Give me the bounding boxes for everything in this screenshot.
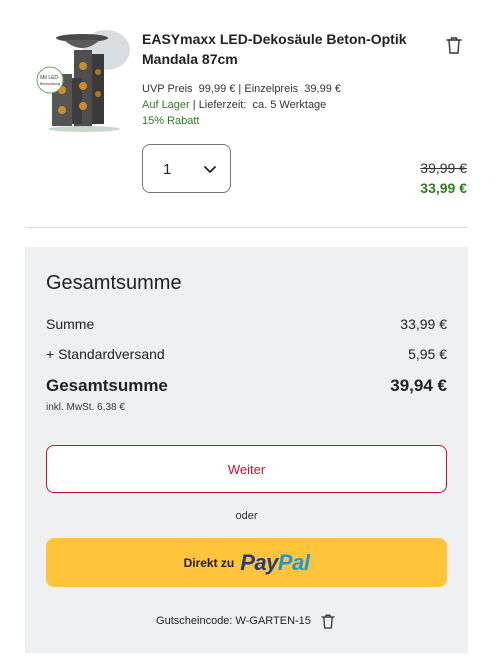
paypal-logo: PayPal — [240, 549, 310, 576]
discounted-price: 33,99 € — [420, 180, 467, 196]
shipping-value: 5,95 € — [408, 346, 447, 362]
quantity-value: 1 — [163, 161, 172, 178]
paypal-button[interactable]: Direkt zu PayPal — [46, 538, 447, 587]
original-price: 39,99 € — [420, 160, 467, 176]
product-meta: UVP Preis 99,99 € | Einzelpreis 39,99 € … — [142, 83, 341, 127]
unit-price-value: 39,99 € — [304, 83, 341, 95]
coupon-row: Gutscheincode: W-GARTEN-15 — [25, 612, 468, 630]
trash-icon[interactable] — [443, 34, 465, 56]
product-image[interactable]: Mit LED- Beleuchtung — [34, 28, 130, 132]
order-summary: Gesamtsumme Summe 33,99 € + Standardvers… — [25, 247, 468, 653]
unit-price-label: Einzelpreis — [244, 83, 299, 95]
paypal-prefix: Direkt zu — [183, 555, 235, 570]
summary-heading: Gesamtsumme — [46, 272, 182, 294]
remove-coupon-trash-icon[interactable] — [319, 612, 337, 630]
paypal-logo-pay: Pay — [240, 549, 278, 575]
continue-button[interactable]: Weiter — [46, 445, 447, 493]
svg-text:Mit LED-: Mit LED- — [40, 75, 60, 81]
svg-text:Beleuchtung: Beleuchtung — [40, 82, 60, 86]
uvp-label: UVP Preis — [142, 83, 193, 95]
or-separator: oder — [235, 510, 258, 522]
stock-status: Auf Lager — [142, 99, 190, 111]
paypal-logo-pal: Pal — [277, 549, 310, 575]
shipping-label: + Standardversand — [46, 346, 165, 362]
coupon-label: Gutscheincode: W-GARTEN-15 — [156, 615, 311, 627]
delivery-value: ca. 5 Werktage — [252, 99, 327, 111]
delivery-label: Lieferzeit: — [198, 99, 247, 111]
subtotal-value: 33,99 € — [400, 316, 447, 332]
discount-badge: 15% Rabatt — [142, 115, 200, 127]
uvp-value: 99,99 € — [198, 83, 236, 95]
total-value: 39,94 € — [390, 376, 447, 395]
divider — [25, 227, 468, 228]
vat-note: inkl. MwSt. 6,38 € — [46, 402, 125, 413]
chevron-down-icon — [204, 166, 216, 173]
cart-item: Mit LED- Beleuchtung EASYmaxx LED-Dekosä… — [0, 0, 500, 228]
quantity-select[interactable]: 1 — [142, 144, 231, 193]
product-title[interactable]: EASYmaxx LED-Dekosäule Beton-Optik Manda… — [142, 29, 432, 69]
subtotal-label: Summe — [46, 316, 95, 332]
total-label: Gesamtsumme — [46, 376, 168, 395]
